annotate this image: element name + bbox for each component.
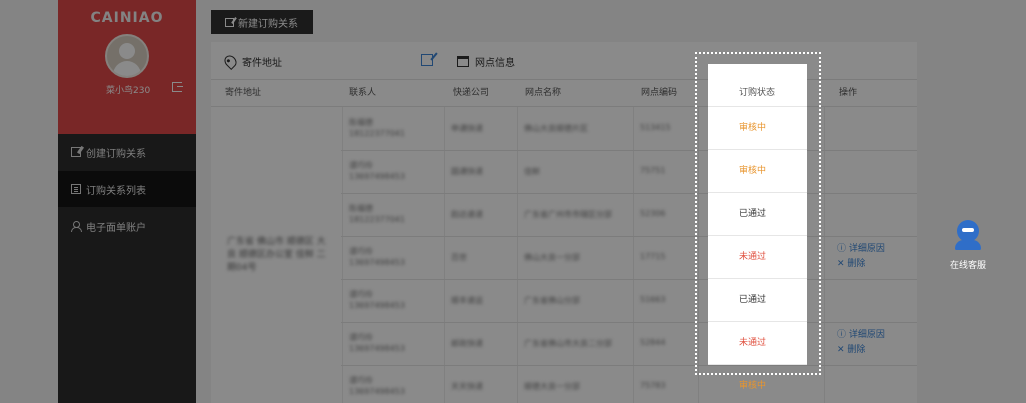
dim-overlay <box>0 0 1026 403</box>
customer-service-icon <box>951 218 985 252</box>
highlight-frame <box>695 52 821 375</box>
online-service-widget[interactable]: 在线客服 <box>942 218 994 271</box>
online-service-label: 在线客服 <box>949 261 986 271</box>
